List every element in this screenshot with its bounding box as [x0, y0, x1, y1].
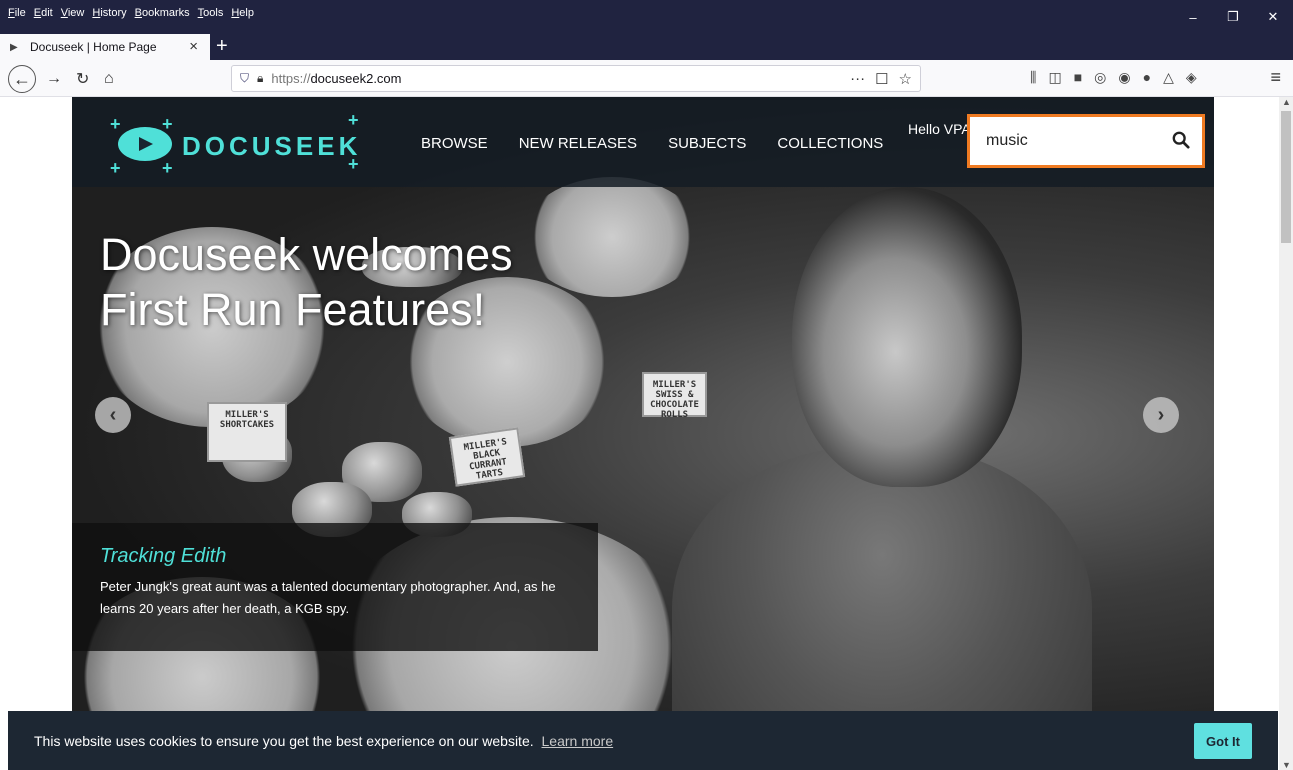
restore-icon[interactable]: ❐ [1213, 0, 1253, 34]
reload-button[interactable]: ↻ [76, 66, 89, 92]
carousel-prev-button[interactable]: ‹ [95, 397, 131, 433]
plus-icon: + [348, 110, 359, 130]
new-tab-icon[interactable]: + [216, 35, 228, 57]
docuseek-logo[interactable]: + + + + + + DOCUSEEK [110, 111, 370, 178]
hero-title-line1: Docuseek welcomes [100, 229, 513, 280]
hero-title: Docuseek welcomes First Run Features! [100, 227, 560, 337]
tab-strip: ▶ Docuseek | Home Page × + [0, 34, 1293, 60]
cookie-message-text: This website uses cookies to ensure you … [34, 733, 534, 749]
menu-help[interactable]: Help [231, 7, 254, 19]
menu-bookmarks[interactable]: Bookmarks [135, 7, 190, 19]
scroll-up-icon[interactable]: ▲ [1282, 97, 1291, 107]
sidebar-icon[interactable]: ◫ [1048, 69, 1061, 86]
library-icon[interactable]: ⫼ [1030, 69, 1036, 86]
page-viewport: MILLER'S SHORTCAKES MILLER'S BLACK CURRA… [0, 97, 1279, 770]
account-icon[interactable]: ◉ [1118, 69, 1130, 86]
home-button[interactable]: ⌂ [104, 66, 114, 92]
chevron-left-icon: ‹ [109, 403, 117, 426]
chevron-right-icon: › [1157, 403, 1165, 426]
bookmark-star-icon[interactable]: ☆ [899, 70, 912, 88]
tab-title: Docuseek | Home Page [30, 40, 157, 54]
carousel-next-button[interactable]: › [1143, 397, 1179, 433]
hamburger-menu-icon[interactable]: ≡ [1270, 67, 1281, 88]
close-window-icon[interactable]: ✕ [1253, 0, 1293, 34]
extension-icon[interactable]: ◎ [1094, 69, 1106, 86]
url-actions: ··· ☐ ☆ [850, 70, 912, 88]
tracking-shield-icon[interactable]: ⛉ [240, 71, 249, 86]
nav-collections[interactable]: COLLECTIONS [777, 135, 883, 152]
page-scrollbar[interactable]: ▲ ▼ [1279, 97, 1293, 770]
cookie-message: This website uses cookies to ensure you … [34, 733, 613, 749]
nav-browse[interactable]: BROWSE [421, 135, 488, 152]
hero-title-line2: First Run Features! [100, 284, 486, 335]
site-nav: BROWSE NEW RELEASES SUBJECTS COLLECTIONS [421, 135, 883, 152]
plus-icon: + [110, 158, 121, 178]
extension-icon[interactable]: ● [1143, 69, 1151, 86]
sign-rolls: MILLER'S SWISS & CHOCOLATE ROLLS [642, 372, 707, 420]
user-greeting[interactable]: Hello VPA [908, 121, 968, 137]
cookie-learn-more-link[interactable]: Learn more [542, 733, 614, 749]
forward-button[interactable]: → [46, 66, 62, 92]
search-icon[interactable] [1172, 131, 1190, 149]
menu-view[interactable]: View [61, 7, 85, 19]
plus-icon: + [110, 114, 121, 134]
menu-tools[interactable]: Tools [198, 7, 224, 19]
scroll-down-icon[interactable]: ▼ [1282, 760, 1291, 770]
pocket-icon[interactable]: ☐ [875, 70, 888, 88]
sign-tarts: MILLER'S BLACK CURRANT TARTS [448, 427, 526, 487]
scrollbar-thumb[interactable] [1281, 111, 1291, 243]
search-box [967, 114, 1205, 168]
menu-edit[interactable]: Edit [34, 7, 53, 19]
extension-icon[interactable]: △ [1163, 69, 1174, 86]
url-bar[interactable]: ⛉ 🔒︎ https://docuseek2.com ··· ☐ ☆ [231, 65, 921, 92]
close-tab-icon[interactable]: × [189, 38, 198, 55]
hero-caption: Tracking Edith Peter Jungk's great aunt … [72, 523, 598, 651]
sign-shortcakes: MILLER'S SHORTCAKES [207, 402, 287, 462]
site-header: + + + + + + DOCUSEEK BROWSE NEW RELEASES… [72, 97, 1214, 187]
nav-subjects[interactable]: SUBJECTS [668, 135, 746, 152]
extension-icon[interactable]: ■ [1074, 69, 1082, 86]
url-host: docuseek2.com [310, 71, 402, 86]
browser-navbar: ← → ↻ ⌂ ⛉ 🔒︎ https://docuseek2.com ··· ☐… [0, 60, 1293, 97]
cookie-accept-button[interactable]: Got It [1194, 723, 1252, 759]
lock-icon[interactable]: 🔒︎ [257, 71, 263, 86]
search-input[interactable] [976, 121, 1166, 161]
caption-text: Peter Jungk's great aunt was a talented … [100, 579, 556, 616]
favicon-icon: ▶ [10, 41, 18, 53]
window-controls: – ❐ ✕ [1173, 0, 1293, 34]
back-button[interactable]: ← [8, 65, 36, 93]
browser-menubar: File Edit View History Bookmarks Tools H… [8, 7, 254, 19]
caption-title[interactable]: Tracking Edith [100, 545, 570, 568]
menu-history[interactable]: History [92, 7, 126, 19]
minimize-icon[interactable]: – [1173, 0, 1213, 34]
play-eye-icon [118, 127, 172, 161]
girl-head-shape [792, 187, 1022, 487]
logo-text: DOCUSEEK [182, 131, 362, 161]
hero-image: MILLER'S SHORTCAKES MILLER'S BLACK CURRA… [72, 97, 1214, 770]
menu-file[interactable]: File [8, 7, 26, 19]
cookie-banner: This website uses cookies to ensure you … [8, 711, 1278, 770]
tab-docuseek[interactable]: ▶ Docuseek | Home Page × [0, 34, 210, 60]
extension-icon[interactable]: ◈ [1186, 69, 1197, 86]
url-scheme: https:// [271, 71, 311, 86]
nav-new-releases[interactable]: NEW RELEASES [519, 135, 637, 152]
toolbar-icons: ⫼ ◫ ■ ◎ ◉ ● △ ◈ [1030, 69, 1197, 86]
browser-titlebar: File Edit View History Bookmarks Tools H… [0, 0, 1293, 34]
page-actions-icon[interactable]: ··· [850, 70, 865, 88]
plus-icon: + [162, 158, 173, 178]
plus-icon: + [162, 114, 173, 134]
